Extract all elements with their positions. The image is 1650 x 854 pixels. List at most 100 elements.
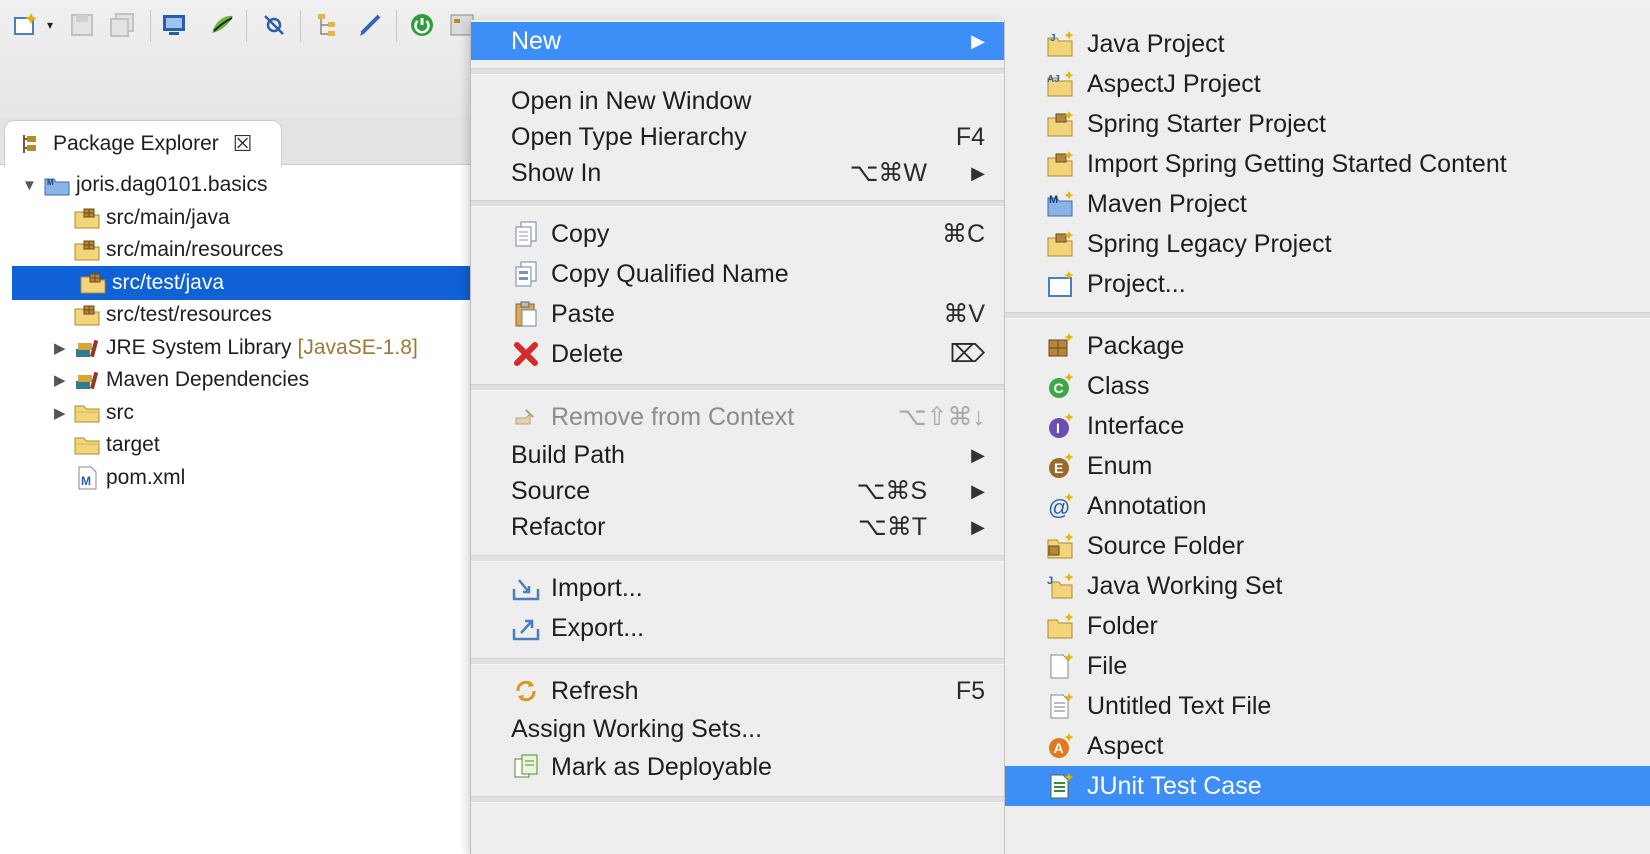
maven-file-icon: M	[74, 466, 100, 490]
menu-item-remove-from-context[interactable]: Remove from Context ⌥⇧⌘↓	[471, 398, 1005, 436]
hierarchy-icon[interactable]	[312, 8, 344, 42]
collapsed-arrow-icon[interactable]: ▶	[54, 404, 68, 422]
menu-item-label: New	[511, 26, 562, 55]
tree-item-label: src/test/resources	[106, 303, 272, 326]
submenu-item-import-spring-getting-started[interactable]: Import Spring Getting Started Content	[1005, 144, 1650, 184]
menu-item-refactor[interactable]: Refactor ⌥⌘T ▶	[471, 508, 1005, 546]
submenu-item-aspectj-project[interactable]: AJ AspectJ Project	[1005, 64, 1650, 104]
submenu-item-project[interactable]: Project...	[1005, 264, 1650, 304]
tree-item-label: joris.dag0101.basics	[76, 173, 268, 196]
submenu-item-folder[interactable]: Folder	[1005, 606, 1650, 646]
submenu-item-label: File	[1087, 651, 1128, 680]
shortcut-label: ⌦	[949, 340, 985, 368]
tree-item-src-main-resources[interactable]: src/main/resources	[0, 233, 470, 267]
menu-item-label: Open Type Hierarchy	[511, 122, 747, 151]
tree-item-label: pom.xml	[106, 465, 186, 489]
tab-label: Package Explorer	[53, 132, 219, 155]
submenu-item-file[interactable]: File	[1005, 646, 1650, 686]
close-icon[interactable]: ☒	[233, 131, 253, 157]
tree-item-src[interactable]: ▶ src	[0, 396, 470, 430]
submenu-item-class[interactable]: C Class	[1005, 366, 1650, 406]
menu-item-delete[interactable]: Delete ⌦	[471, 335, 1005, 373]
delete-icon	[511, 339, 541, 369]
menu-item-import[interactable]: Import...	[471, 569, 1005, 607]
submenu-item-label: Aspect	[1087, 731, 1164, 760]
toolbar-separator	[246, 10, 247, 42]
submenu-item-label: Project...	[1087, 269, 1186, 298]
submenu-item-junit-test-case[interactable]: JUnit Test Case	[1005, 766, 1650, 806]
svg-text:J: J	[1047, 575, 1053, 587]
pen-icon[interactable]	[354, 8, 386, 42]
menu-separator	[471, 68, 1005, 75]
submenu-item-untitled-text-file[interactable]: Untitled Text File	[1005, 686, 1650, 726]
terminal-icon[interactable]	[158, 8, 190, 42]
submenu-item-annotation[interactable]: @ Annotation	[1005, 486, 1650, 526]
menu-item-show-in[interactable]: Show In ⌥⌘W ▶	[471, 154, 1005, 192]
submenu-item-source-folder[interactable]: Source Folder	[1005, 526, 1650, 566]
new-wizard-icon[interactable]	[10, 8, 42, 42]
menu-item-new[interactable]: New ▶	[471, 22, 1005, 60]
tab-package-explorer[interactable]: Package Explorer ☒	[4, 120, 282, 167]
text-file-icon	[1045, 690, 1077, 722]
tree-item-src-test-java[interactable]: src/test/java	[12, 265, 476, 300]
library-icon	[74, 336, 100, 360]
submenu-item-label: Java Working Set	[1087, 571, 1283, 600]
tree-item-src-test-resources[interactable]: src/test/resources	[0, 298, 470, 332]
submenu-item-java-project[interactable]: J Java Project	[1005, 24, 1650, 64]
menu-item-assign-working-sets[interactable]: Assign Working Sets...	[471, 710, 1005, 748]
submenu-item-spring-starter-project[interactable]: Spring Starter Project	[1005, 104, 1650, 144]
submenu-item-enum[interactable]: E Enum	[1005, 446, 1650, 486]
submenu-item-aspect[interactable]: A Aspect	[1005, 726, 1650, 766]
menu-item-open-in-new-window[interactable]: Open in New Window	[471, 82, 1005, 120]
tree-item-maven-dependencies[interactable]: ▶ Maven Dependencies	[0, 363, 470, 397]
new-wizard-dropdown-icon[interactable]: ▾	[44, 8, 56, 42]
skip-breakpoints-icon[interactable]	[258, 8, 290, 42]
menu-separator	[471, 555, 1005, 562]
junit-test-case-icon	[1045, 770, 1077, 802]
save-all-icon[interactable]	[106, 8, 138, 42]
new-submenu: J Java Project AJ AspectJ Project Spring…	[1004, 20, 1650, 854]
import-icon	[511, 573, 541, 603]
submenu-item-spring-legacy-project[interactable]: Spring Legacy Project	[1005, 224, 1650, 264]
paste-icon	[511, 299, 541, 329]
tree-item-project[interactable]: ▼ M joris.dag0101.basics	[0, 168, 470, 202]
collapsed-arrow-icon[interactable]: ▶	[54, 339, 68, 357]
menu-item-refresh[interactable]: Refresh F5	[471, 672, 1005, 710]
spring-icon[interactable]	[206, 8, 238, 42]
submenu-arrow-icon: ▶	[971, 516, 985, 537]
spring-boot-icon[interactable]	[406, 8, 438, 42]
java-project-icon: J	[1045, 28, 1077, 60]
menu-separator	[471, 796, 1005, 803]
tree-item-jre-system-library[interactable]: ▶ JRE System Library [JavaSE-1.8]	[0, 331, 470, 365]
menu-item-source[interactable]: Source ⌥⌘S ▶	[471, 472, 1005, 510]
submenu-item-interface[interactable]: I Interface	[1005, 406, 1650, 446]
expanded-arrow-icon[interactable]: ▼	[22, 177, 37, 194]
tree-item-target[interactable]: target	[0, 428, 470, 462]
tree-item-pom-xml[interactable]: M pom.xml	[0, 461, 470, 495]
export-icon	[511, 613, 541, 643]
menu-item-copy-qualified-name[interactable]: Copy Qualified Name	[471, 255, 1005, 293]
submenu-item-java-working-set[interactable]: J Java Working Set	[1005, 566, 1650, 606]
menu-item-label: Delete	[551, 339, 624, 368]
submenu-item-maven-project[interactable]: M Maven Project	[1005, 184, 1650, 224]
shortcut-label: ⌥⌘S	[856, 477, 927, 505]
save-icon[interactable]	[66, 8, 98, 42]
menu-item-label: Mark as Deployable	[551, 752, 772, 781]
library-icon	[74, 368, 100, 392]
tree-item-label: src/main/java	[106, 205, 230, 229]
tree-item-src-main-java[interactable]: src/main/java	[0, 201, 470, 235]
svg-text:E: E	[1054, 460, 1063, 476]
menu-item-mark-as-deployable[interactable]: Mark as Deployable	[471, 748, 1005, 786]
menu-item-paste[interactable]: Paste ⌘V	[471, 295, 1005, 333]
menu-item-label: Copy Qualified Name	[551, 259, 789, 288]
collapsed-arrow-icon[interactable]: ▶	[54, 371, 68, 389]
submenu-arrow-icon: ▶	[971, 162, 985, 183]
menu-item-copy[interactable]: Copy ⌘C	[471, 215, 1005, 253]
svg-text:I: I	[1056, 420, 1060, 436]
submenu-item-package[interactable]: Package	[1005, 326, 1650, 366]
maven-project-icon: M	[44, 173, 70, 197]
menu-item-build-path[interactable]: Build Path ▶	[471, 436, 1005, 474]
menu-item-open-type-hierarchy[interactable]: Open Type Hierarchy F4	[471, 118, 1005, 156]
package-explorer-view: Package Explorer ☒ ▼ M joris.dag0101.bas…	[0, 118, 476, 854]
menu-item-export[interactable]: Export...	[471, 609, 1005, 647]
